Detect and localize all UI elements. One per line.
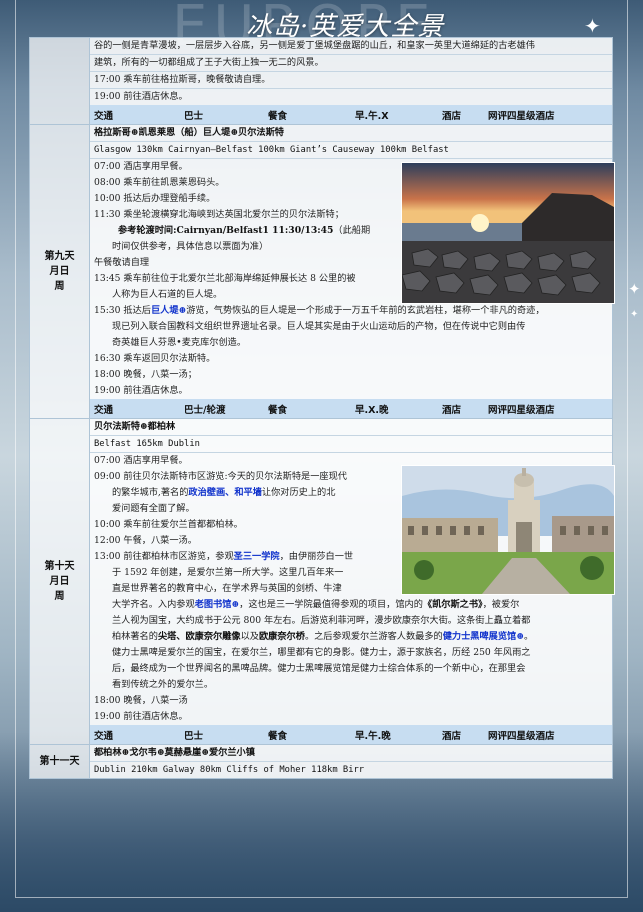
day9-content: 格拉斯哥⊕凯恩莱恩（船）巨人堤⊕贝尔法斯特 Glasgow 130km Cair… — [89, 124, 615, 419]
transport-value: 巴士 — [184, 111, 204, 122]
day10-content: 贝尔法斯特⊕都柏林 Belfast 165km Dublin 07:00 酒店享… — [89, 418, 615, 745]
day9-schedule: 07:00 酒店享用早餐。 08:00 乘车前往凯恩莱恩码头。 10:00 抵达… — [90, 158, 615, 399]
schedule-line: 看到传统之外的爱尔兰。 — [112, 679, 214, 690]
schedule-line: 健力士黑啤是爱尔兰的国宝，在爱尔兰，哪里都有它的身影。健力士，源于家族名，历经 … — [112, 647, 531, 658]
text-span: 游览，气势恢弘的巨人堤是一个形成于一万五千年前的玄武岩柱，堪称一个非凡的奇迹， — [186, 305, 545, 316]
schedule-line: 后，最终成为一个世界闻名的黑啤品牌。健力士黑啤展览馆是健力士综合体系的一个新中心… — [112, 663, 526, 674]
route-distance: Glasgow 130km Cairnyan—Belfast 100km Gia… — [90, 141, 612, 158]
text-span: 。 — [523, 631, 534, 642]
day11-content: 都柏林⊕戈尔韦⊕莫赫悬崖⊕爱尔兰小镇 Dublin 210km Galway 8… — [89, 744, 613, 779]
ferry-label: 参考轮渡时间:Cairnyan/Belfast1 11:30/13:45 — [118, 225, 334, 236]
route-distance: Belfast 165km Dublin — [90, 435, 612, 452]
landmark-bold: 欧康奈尔桥 — [259, 631, 305, 642]
day11-label: 第十一天 — [29, 744, 90, 779]
info-bar: 交通 巴士/轮渡 餐食 早.X.晚 酒店 网评四星级酒店 — [90, 399, 612, 418]
attraction-highlight: 健力士黑啤展览馆⊕ — [442, 631, 524, 642]
text-span: 让你对历史上的北 — [261, 487, 336, 498]
meal-label: 餐食 — [268, 405, 288, 416]
hotel-value: 网评四星级酒店 — [488, 111, 555, 122]
text-span: 15:30 抵达后 — [94, 305, 151, 316]
day-number: 第十天 — [44, 561, 75, 572]
hotel-label: 酒店 — [442, 405, 462, 416]
route-title: 都柏林⊕戈尔韦⊕莫赫悬崖⊕爱尔兰小镇 — [94, 747, 255, 758]
sparkle-icon: ✦ — [630, 309, 639, 320]
hotel-label: 酒店 — [442, 731, 462, 742]
day-number: 第十一天 — [39, 756, 80, 767]
schedule-line: 18:00 晚餐，八菜一汤 — [94, 695, 188, 706]
route-title: 贝尔法斯特⊕都柏林 — [94, 421, 176, 432]
day-number: 第九天 — [44, 251, 75, 262]
schedule-line: 16:30 乘车返回贝尔法斯特。 — [94, 353, 216, 364]
text-span: ，这也是三一学院最值得参观的项目，馆内的 — [239, 599, 423, 610]
text-span: 以及 — [240, 631, 259, 642]
attraction-highlight: 老图书馆⊕ — [194, 599, 240, 610]
attraction-highlight: 圣三一学院 — [233, 551, 280, 562]
schedule-line: 18:00 晚餐，八菜一汤； — [94, 369, 197, 380]
day-date: 月日 — [49, 266, 70, 277]
ferry-note: （此船期 — [333, 225, 371, 236]
day-weekday: 周 — [54, 281, 65, 292]
day9-label: 第九天 月日 周 — [29, 124, 90, 419]
text-line: 谷的一侧是青草漫坡，一层层步入谷底，另一侧是爱丁堡城堡盘踞的山丘，和皇家一英里大… — [94, 40, 535, 51]
day-cell-empty — [29, 37, 90, 125]
sparkle-icon: ✦ — [628, 280, 641, 298]
day9-row: 第九天 月日 周 格拉斯哥⊕凯恩莱恩（船）巨人堤⊕贝尔法斯特 Glasgow 1… — [29, 124, 615, 419]
hotel-label: 酒店 — [442, 111, 462, 122]
attraction-highlight: 巨人堤⊕ — [150, 305, 187, 316]
transport-label: 交通 — [94, 731, 114, 742]
text-span: 柏林著名的 — [112, 631, 158, 642]
transport-value: 巴士/轮渡 — [184, 405, 226, 416]
schedule-line: 大学齐名。入内参观老图书馆⊕，这也是三一学院最值得参观的项目，馆内的《凯尔斯之书… — [90, 597, 612, 613]
meal-value: 早.午.X — [355, 111, 389, 122]
route-title: 格拉斯哥⊕凯恩莱恩（船）巨人堤⊕贝尔法斯特 — [94, 127, 284, 138]
schedule-line: 19:00 前往酒店休息。 — [94, 385, 188, 396]
text-span: 。之后参观爱尔兰游客人数最多的 — [304, 631, 443, 642]
book-title: 《凯尔斯之书》 — [422, 599, 483, 610]
itinerary-table: 谷的一侧是青草漫坡，一层层步入谷底，另一侧是爱丁堡城堡盘踞的山丘，和皇家一英里大… — [29, 37, 615, 779]
attraction-highlight: 政治壁画、和平墙 — [188, 487, 262, 498]
day10-row: 第十天 月日 周 贝尔法斯特⊕都柏林 Belfast 165km Dublin — [29, 418, 615, 745]
giants-causeway-photo — [401, 162, 615, 304]
hotel-value: 网评四星级酒店 — [488, 731, 555, 742]
info-bar: 交通 巴士 餐食 早.午.X 酒店 网评四星级酒店 — [90, 105, 612, 124]
landmark-bold: 尖塔、欧康奈尔雕像 — [157, 631, 241, 642]
text-span: ，被爱尔 — [482, 599, 520, 610]
schedule-line: 兰人视为国宝，大约成书于公元 800 年左右。后游览利菲河畔，漫步欧康奈尔大街。… — [112, 615, 531, 626]
day-date: 月日 — [49, 576, 70, 587]
schedule-line: 奇英雄巨人芬恩•麦克库尔创造。 — [112, 337, 247, 348]
trinity-college-photo — [401, 465, 615, 595]
text-span: ，由伊丽莎白一世 — [279, 551, 354, 562]
meal-label: 餐食 — [268, 731, 288, 742]
day-weekday: 周 — [54, 591, 65, 602]
hotel-value: 网评四星级酒店 — [488, 405, 555, 416]
text-span: 13:00 前往都柏林市区游览，参观 — [94, 551, 234, 562]
top-block-row: 谷的一侧是青草漫坡，一层层步入谷底，另一侧是爱丁堡城堡盘踞的山丘，和皇家一英里大… — [29, 37, 613, 125]
schedule-line: 19:00 前往酒店休息。 — [94, 711, 188, 722]
top-block: 谷的一侧是青草漫坡，一层层步入谷底，另一侧是爱丁堡城堡盘踞的山丘，和皇家一英里大… — [89, 37, 613, 125]
text-span: 大学齐名。入内参观 — [112, 599, 195, 610]
route-distance: Dublin 210km Galway 80km Cliffs of Moher… — [90, 761, 612, 778]
day10-label: 第十天 月日 周 — [29, 418, 90, 745]
transport-label: 交通 — [94, 111, 114, 122]
schedule-line: 15:30 抵达后巨人堤⊕游览，气势恢弘的巨人堤是一个形成于一万五千年前的玄武岩… — [90, 303, 612, 319]
sparkle-icon: ✦ — [584, 14, 601, 38]
transport-label: 交通 — [94, 405, 114, 416]
text-span: 的繁华城市,著名的 — [112, 487, 189, 498]
day11-row: 第十一天 都柏林⊕戈尔韦⊕莫赫悬崖⊕爱尔兰小镇 Dublin 210km Gal… — [29, 744, 613, 779]
transport-value: 巴士 — [184, 731, 204, 742]
meal-label: 餐食 — [268, 111, 288, 122]
text-line: 19:00 前往酒店休息。 — [90, 88, 612, 105]
schedule-line: 现已列入联合国教科文组织世界遗址名录。巨人堤其实是由于火山运动后的产物，但在传说… — [112, 321, 526, 332]
info-bar: 交通 巴士 餐食 早.午.晚 酒店 网评四星级酒店 — [90, 725, 612, 744]
day10-schedule: 07:00 酒店享用早餐。 09:00 前往贝尔法斯特市区游览:今天的贝尔法斯特… — [90, 452, 615, 725]
meal-value: 早.X.晚 — [355, 405, 389, 416]
meal-value: 早.午.晚 — [355, 731, 391, 742]
text-line: 建筑，所有的一切都组成了王子大街上独一无二的风景。 — [90, 54, 612, 71]
text-line: 17:00 乘车前往格拉斯哥，晚餐敬请自理。 — [90, 71, 612, 88]
schedule-line: 柏林著名的尖塔、欧康奈尔雕像以及欧康奈尔桥。之后参观爱尔兰游客人数最多的健力士黑… — [90, 629, 612, 645]
